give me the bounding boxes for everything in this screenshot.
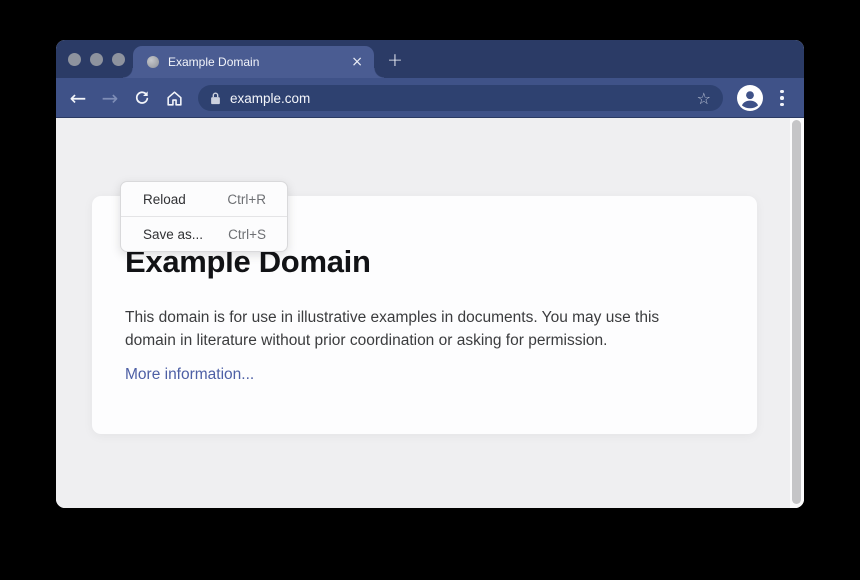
favicon-globe-icon (147, 56, 159, 68)
tab-strip: Example Domain × + (56, 40, 804, 78)
context-menu: Reload Ctrl+R Save as... Ctrl+S (120, 181, 288, 252)
scrollbar-track[interactable] (790, 118, 804, 508)
context-menu-item-save-as[interactable]: Save as... Ctrl+S (121, 216, 287, 251)
tab-example-domain[interactable]: Example Domain × (133, 46, 374, 78)
page-viewport: Example Domain This domain is for use in… (56, 118, 804, 508)
home-icon[interactable] (158, 82, 190, 114)
browser-toolbar: ← → example.com (56, 78, 804, 118)
window-controls (68, 53, 125, 66)
window-minimize-button[interactable] (90, 53, 103, 66)
back-icon[interactable]: ← (62, 82, 94, 114)
browser-window: Example Domain × + ← → (56, 40, 804, 508)
window-close-button[interactable] (68, 53, 81, 66)
window-maximize-button[interactable] (112, 53, 125, 66)
bookmark-star-icon[interactable]: ☆ (697, 89, 711, 108)
profile-avatar[interactable] (737, 85, 763, 111)
reload-icon[interactable] (126, 82, 158, 114)
forward-icon[interactable]: → (94, 82, 126, 114)
tab-close-icon[interactable]: × (351, 55, 363, 69)
address-bar[interactable]: example.com ☆ (198, 85, 723, 111)
menu-item-shortcut: Ctrl+S (228, 227, 266, 242)
menu-item-shortcut: Ctrl+R (227, 192, 266, 207)
backdrop: Example Domain × + ← → (0, 0, 860, 580)
menu-item-label: Save as... (143, 227, 203, 242)
new-tab-button[interactable]: + (385, 51, 405, 71)
more-information-link[interactable]: More information... (125, 366, 254, 384)
lock-icon[interactable] (210, 91, 221, 105)
tab-title: Example Domain (168, 55, 343, 69)
browser-menu-icon[interactable] (780, 90, 784, 107)
page-paragraph: This domain is for use in illustrative e… (125, 306, 710, 352)
context-menu-item-reload[interactable]: Reload Ctrl+R (121, 182, 287, 216)
url-text: example.com (230, 91, 689, 106)
menu-item-label: Reload (143, 192, 186, 207)
scrollbar-thumb[interactable] (792, 120, 801, 504)
